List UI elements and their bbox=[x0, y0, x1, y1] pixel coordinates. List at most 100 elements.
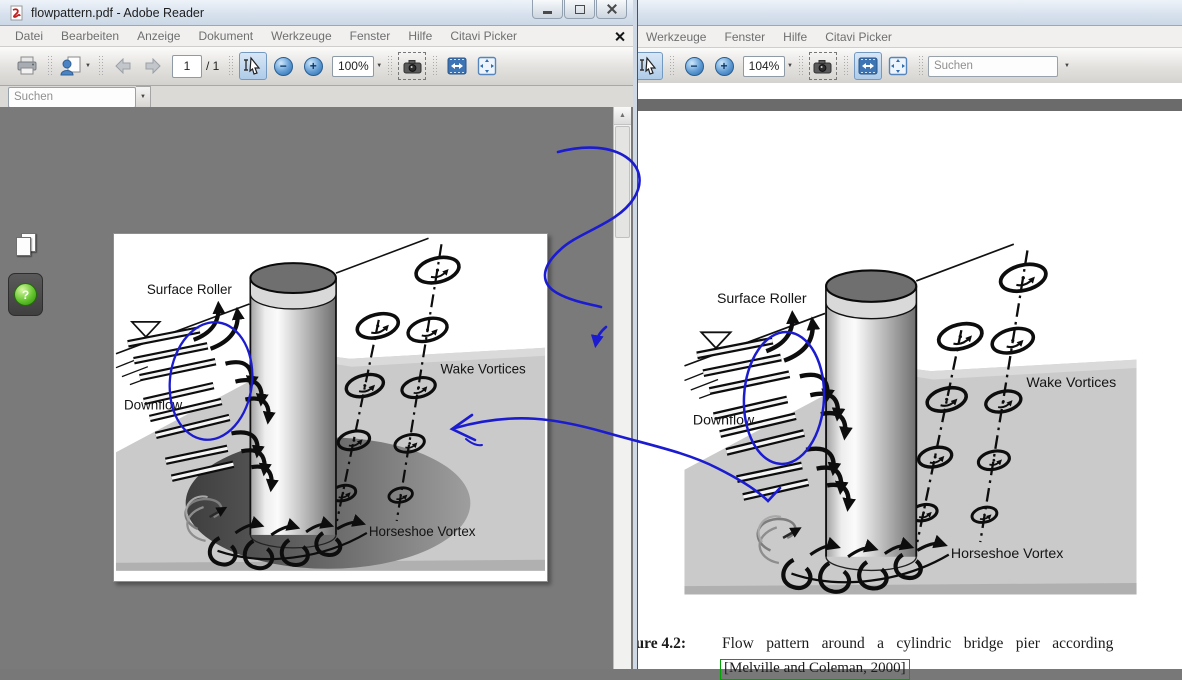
fit-page-icon bbox=[888, 56, 908, 76]
menu-fenster[interactable]: Fenster bbox=[341, 29, 400, 43]
help-icon: ? bbox=[14, 283, 37, 306]
menu-bearbeiten[interactable]: Bearbeiten bbox=[52, 29, 128, 43]
menu-hilfe[interactable]: Hilfe bbox=[399, 29, 441, 43]
scrollbar-thumb[interactable] bbox=[615, 126, 630, 238]
right-titlebar bbox=[560, 0, 1182, 26]
window-frame-edge bbox=[633, 0, 637, 669]
menu-werkzeuge[interactable]: Werkzeuge bbox=[637, 30, 715, 44]
search-dropdown-button[interactable]: ▼ bbox=[136, 86, 151, 108]
close-button[interactable] bbox=[596, 0, 627, 19]
next-page-button[interactable] bbox=[139, 52, 167, 80]
page-number-input[interactable] bbox=[172, 55, 202, 78]
search-toolbar: ▼ bbox=[0, 86, 637, 109]
right-menubar: Werkzeuge Fenster Hilfe Citavi Picker bbox=[560, 26, 1182, 48]
page-gap bbox=[560, 99, 1182, 111]
collaborate-caret-icon: ▼ bbox=[85, 63, 91, 69]
toolbar-handle bbox=[669, 55, 674, 77]
menubar-close-icon[interactable] bbox=[614, 31, 625, 42]
adobe-reader-window-background: Werkzeuge Fenster Hilfe Citavi Picker − … bbox=[560, 0, 1182, 669]
restore-button[interactable] bbox=[564, 0, 595, 19]
vertical-scrollbar[interactable]: ▲ bbox=[613, 107, 631, 669]
toolbar-handle bbox=[98, 55, 103, 77]
menu-anzeige[interactable]: Anzeige bbox=[128, 29, 189, 43]
minimize-button[interactable] bbox=[532, 0, 563, 19]
scroll-up-button[interactable]: ▲ bbox=[614, 107, 631, 125]
minimize-icon bbox=[543, 11, 552, 14]
fit-width-button[interactable] bbox=[854, 52, 882, 80]
zoom-level-value[interactable]: 104% bbox=[743, 56, 785, 77]
fit-width-icon bbox=[858, 57, 878, 75]
select-tool-icon bbox=[639, 56, 659, 76]
fit-width-icon bbox=[447, 57, 467, 75]
right-document-area[interactable]: Figure 4.2: Flow pattern around a cylind… bbox=[560, 83, 1182, 669]
menu-dokument[interactable]: Dokument bbox=[189, 29, 262, 43]
previous-page-button[interactable] bbox=[109, 52, 137, 80]
search-input[interactable] bbox=[928, 56, 1058, 77]
plus-icon: + bbox=[310, 60, 317, 72]
pages-panel-button[interactable] bbox=[15, 233, 39, 257]
zoom-dropdown-caret-icon[interactable]: ▼ bbox=[787, 63, 793, 69]
adobe-reader-window-foreground: flowpattern.pdf - Adobe Reader Datei Bea… bbox=[0, 0, 638, 669]
zoom-level-value[interactable]: 100% bbox=[332, 56, 374, 77]
camera-icon bbox=[813, 59, 832, 74]
figure-caption-text: Flow pattern around a cylindric bridge p… bbox=[722, 635, 1180, 653]
pdf-page bbox=[113, 233, 548, 582]
menu-hilfe[interactable]: Hilfe bbox=[774, 30, 816, 44]
toolbar-handle bbox=[843, 55, 848, 77]
zoom-out-button[interactable]: − bbox=[269, 52, 297, 80]
toolbar-handle bbox=[228, 55, 233, 77]
left-toolbar: ▼ / 1 − + 100% ▼ bbox=[0, 47, 637, 86]
page-total-label: / 1 bbox=[206, 59, 219, 73]
window-title: flowpattern.pdf - Adobe Reader bbox=[31, 6, 204, 20]
toolbar-handle bbox=[432, 55, 437, 77]
select-tool-button[interactable] bbox=[635, 52, 663, 80]
minus-icon: − bbox=[280, 60, 287, 72]
collaborate-button[interactable]: ▼ bbox=[58, 52, 92, 80]
page-thumb-icon bbox=[16, 237, 31, 256]
menu-fenster[interactable]: Fenster bbox=[715, 30, 774, 44]
search-input[interactable] bbox=[8, 87, 136, 108]
toolbar-handle bbox=[47, 55, 52, 77]
menu-datei[interactable]: Datei bbox=[6, 29, 52, 43]
menu-werkzeuge[interactable]: Werkzeuge bbox=[262, 29, 340, 43]
fit-page-button[interactable] bbox=[473, 52, 501, 80]
help-panel-button[interactable]: ? bbox=[8, 273, 43, 316]
toolbar-handle bbox=[918, 55, 923, 77]
select-tool-button[interactable] bbox=[239, 52, 267, 80]
fit-page-icon bbox=[477, 56, 497, 76]
flow-pattern-figure-right bbox=[682, 240, 1139, 605]
collaborate-icon bbox=[59, 55, 83, 77]
pdf-file-icon bbox=[9, 5, 25, 21]
scroll-up-icon: ▲ bbox=[619, 112, 626, 119]
select-tool-icon bbox=[243, 56, 263, 76]
previous-page-icon bbox=[114, 58, 132, 74]
next-page-icon bbox=[144, 58, 162, 74]
zoom-in-button[interactable]: + bbox=[710, 52, 738, 80]
search-dropdown-caret-icon: ▼ bbox=[140, 94, 146, 100]
flow-pattern-figure-left bbox=[114, 234, 547, 581]
toolbar-handle bbox=[798, 55, 803, 77]
left-titlebar[interactable]: flowpattern.pdf - Adobe Reader bbox=[0, 0, 637, 26]
restore-icon bbox=[575, 5, 585, 14]
fit-width-button[interactable] bbox=[443, 52, 471, 80]
menu-citavi-picker[interactable]: Citavi Picker bbox=[816, 30, 901, 44]
plus-icon: + bbox=[720, 60, 727, 72]
search-dropdown-caret-icon[interactable]: ▼ bbox=[1064, 63, 1070, 69]
citation-link[interactable]: [Melville and Coleman, 2000] bbox=[720, 659, 910, 680]
snapshot-button[interactable] bbox=[809, 52, 837, 80]
zoom-dropdown-caret-icon[interactable]: ▼ bbox=[376, 63, 382, 69]
window-controls bbox=[531, 0, 627, 19]
camera-icon bbox=[403, 59, 422, 74]
menu-citavi-picker[interactable]: Citavi Picker bbox=[441, 29, 526, 43]
toolbar-handle bbox=[387, 55, 392, 77]
printer-icon bbox=[16, 56, 38, 76]
close-icon bbox=[607, 4, 617, 14]
fit-page-button[interactable] bbox=[884, 52, 912, 80]
zoom-in-button[interactable]: + bbox=[299, 52, 327, 80]
right-toolbar: − + 104% ▼ bbox=[560, 48, 1182, 85]
minus-icon: − bbox=[690, 60, 697, 72]
print-button[interactable] bbox=[13, 52, 41, 80]
snapshot-button[interactable] bbox=[398, 52, 426, 80]
zoom-out-button[interactable]: − bbox=[680, 52, 708, 80]
left-document-area[interactable]: ? ▲ bbox=[0, 107, 636, 669]
